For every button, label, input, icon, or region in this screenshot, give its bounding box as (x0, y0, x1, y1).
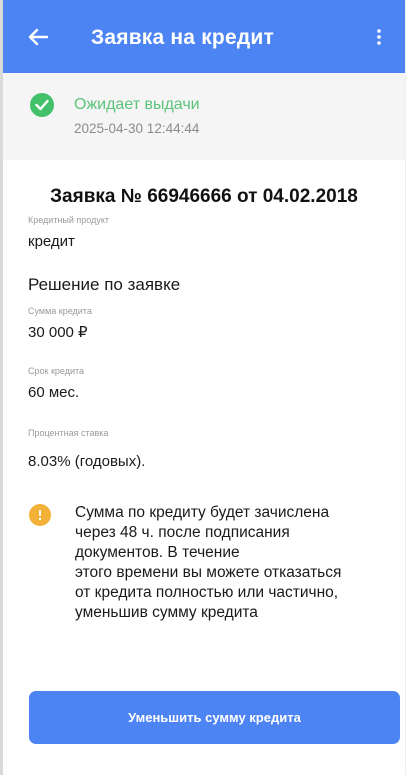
arrow-left-icon (28, 28, 48, 46)
notice-line: Сумма по кредиту будет зачислена (75, 504, 330, 521)
more-vertical-icon (377, 29, 381, 45)
app-bar: Заявка на кредит (3, 0, 405, 73)
product-value: кредит (28, 233, 75, 250)
term-value: 60 мес. (28, 384, 80, 401)
notice-line: от кредита полностью или частично, (75, 584, 339, 601)
page-title: Заявка на кредит (91, 26, 274, 49)
status-block: Ожидает выдачи 2025-04-30 12:44:44 (3, 73, 405, 160)
info-icon (29, 504, 51, 526)
application-heading: Заявка № 66946666 от 04.02.2018 (50, 186, 358, 207)
notice-line: через 48 ч. после подписания (75, 524, 290, 541)
rate-label: Процентная ставка (28, 428, 109, 438)
notice-line: уменьшив сумму кредита (75, 604, 258, 621)
reduce-amount-button[interactable]: Уменьшить сумму кредита (29, 691, 400, 744)
decision-title: Решение по заявке (28, 275, 181, 294)
screen: Заявка на кредит Ожидает выдачи 2025-04-… (0, 0, 406, 775)
notice-line: этого времени вы можете отказаться (75, 564, 342, 581)
rate-value: 8.03% (годовых). (28, 453, 146, 470)
back-button[interactable] (25, 24, 51, 50)
check-circle-icon (30, 93, 54, 117)
amount-label: Сумма кредита (28, 306, 92, 316)
term-label: Срок кредита (28, 366, 85, 376)
notice-line: документов. В течение (75, 544, 240, 561)
product-label: Кредитный продукт (28, 215, 110, 225)
more-menu-button[interactable] (367, 24, 391, 50)
amount-value: 30 000 ₽ (28, 324, 88, 341)
status-title: Ожидает выдачи (74, 96, 200, 113)
status-datetime: 2025-04-30 12:44:44 (74, 121, 200, 136)
notice-text: Сумма по кредиту будет зачислена через 4… (75, 503, 405, 623)
